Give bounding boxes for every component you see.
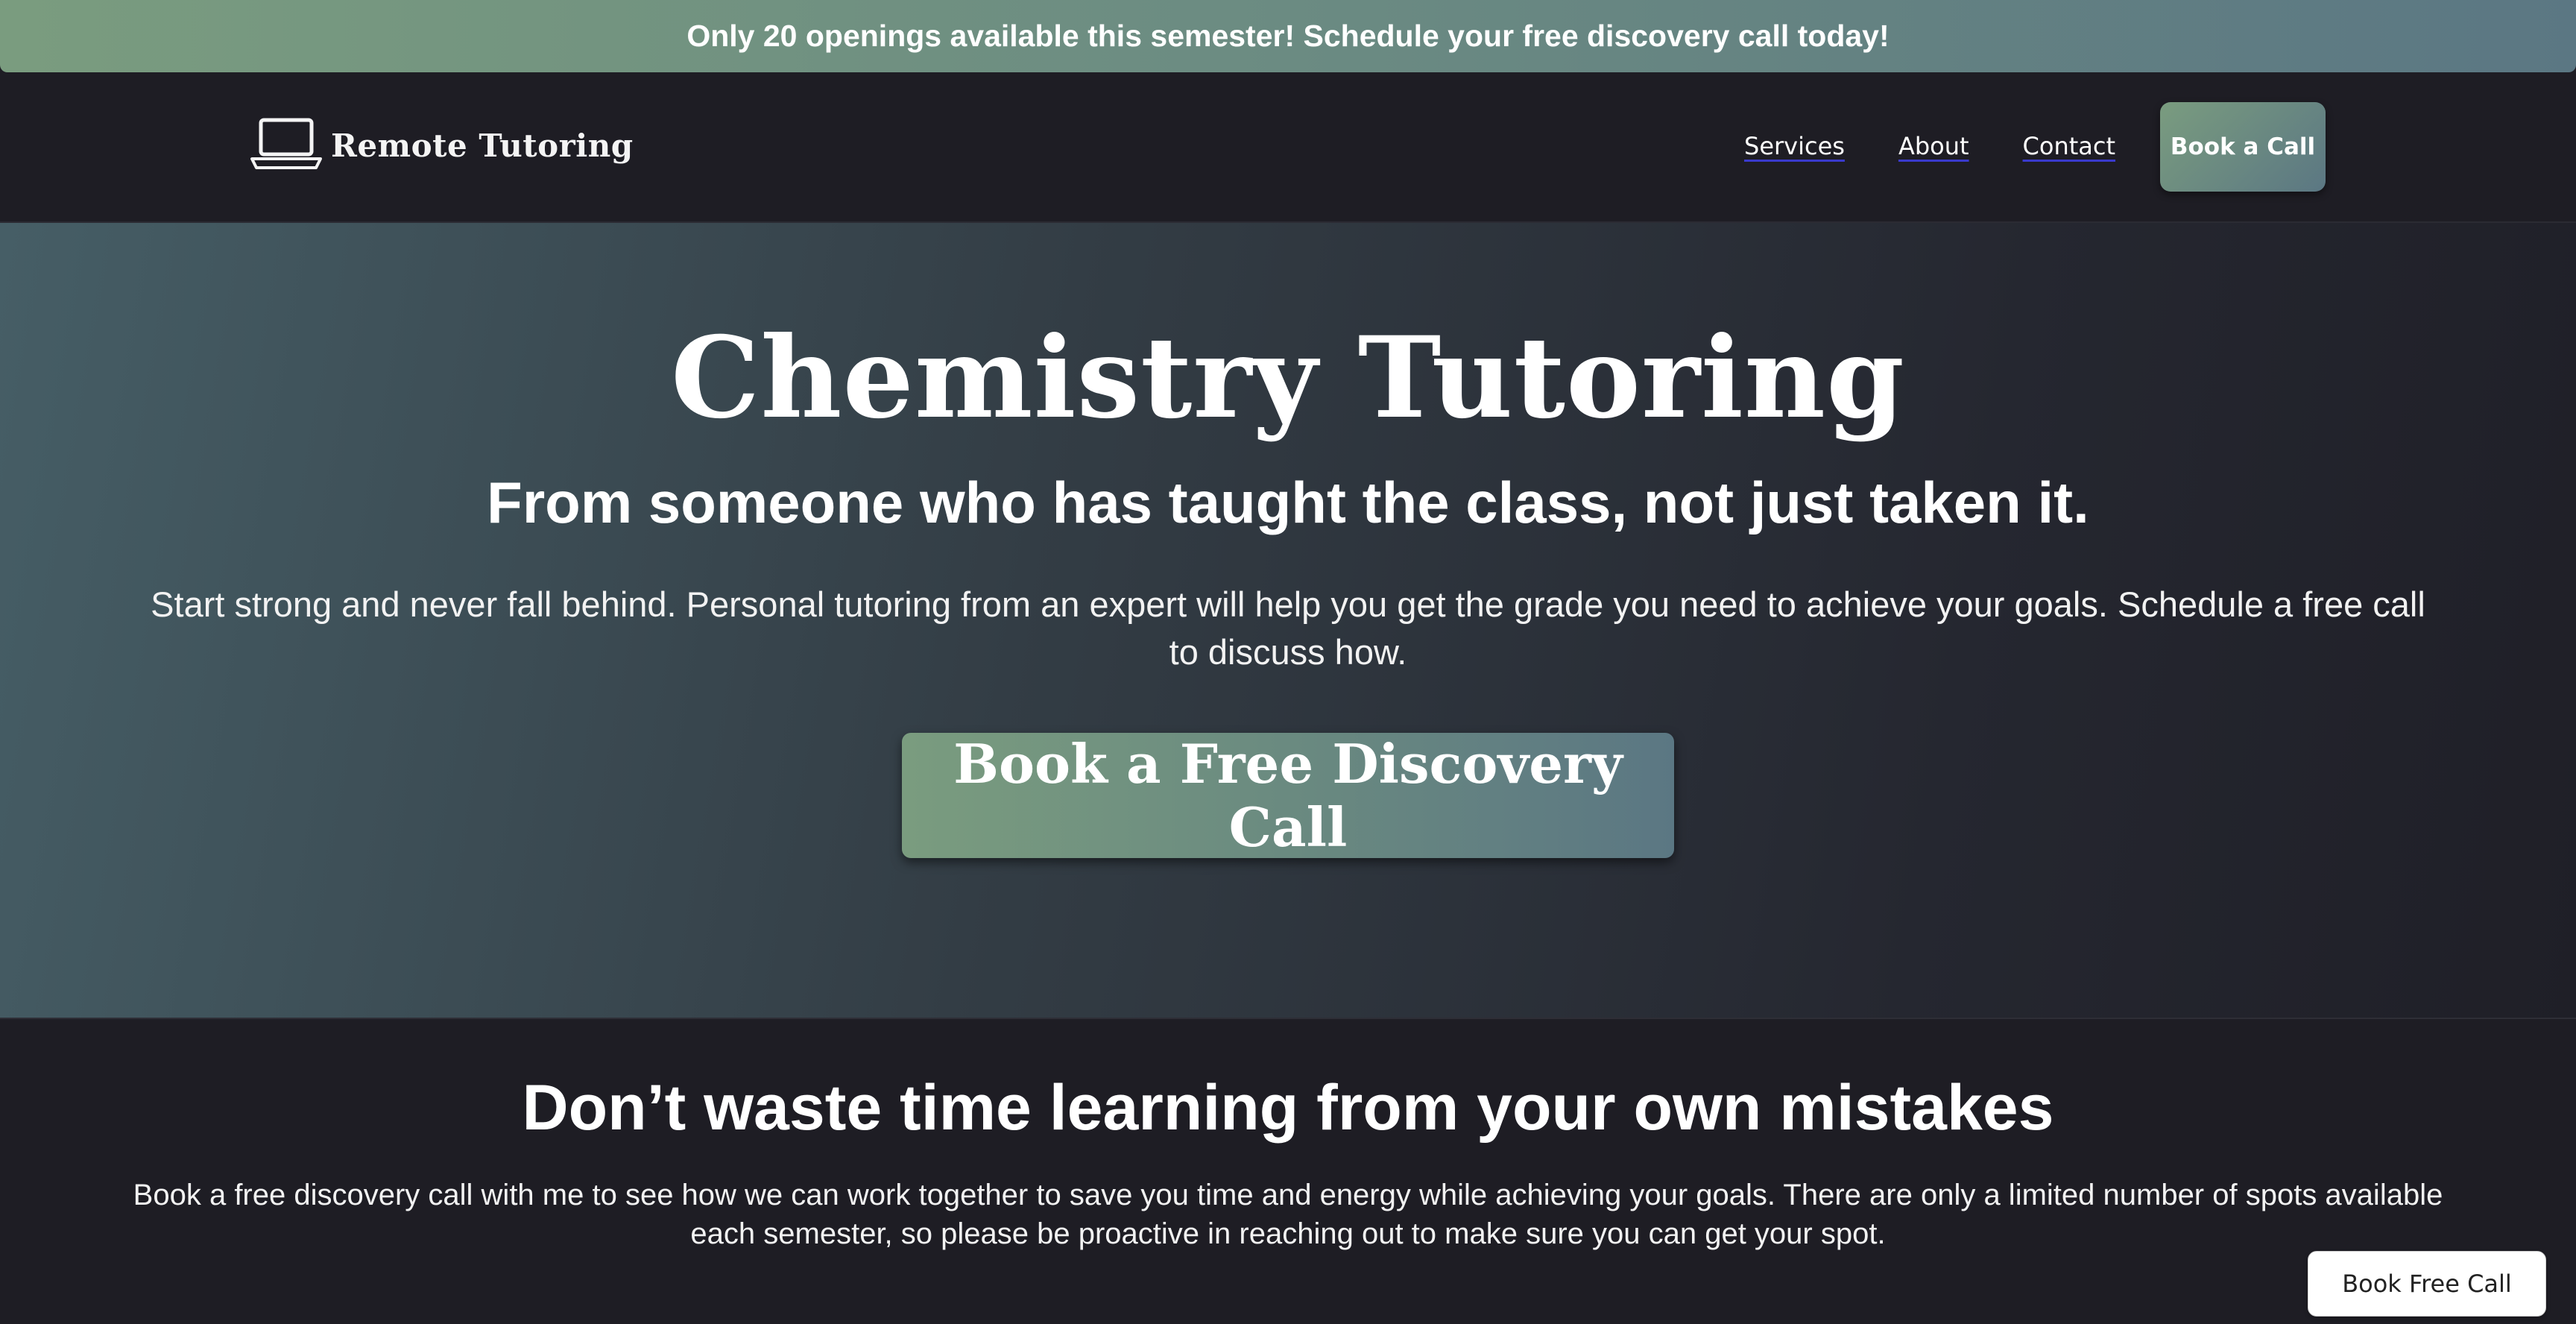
floating-book-free-call-button[interactable]: Book Free Call	[2308, 1251, 2546, 1317]
announcement-banner: Only 20 openings available this semester…	[0, 0, 2576, 72]
hero-section: Chemistry Tutoring From someone who has …	[0, 221, 2576, 1018]
site-header: Remote Tutoring Services About Contact B…	[0, 72, 2576, 221]
laptop-icon	[249, 117, 323, 174]
announcement-text: Only 20 openings available this semester…	[686, 19, 1890, 53]
hero-description: Start strong and never fall behind. Pers…	[151, 584, 2425, 672]
book-call-button[interactable]: Book a Call	[2160, 102, 2326, 192]
mistakes-section: Don’t waste time learning from your own …	[0, 1018, 2576, 1324]
hero-subtitle: From someone who has taught the class, n…	[487, 470, 2089, 535]
main-nav: Services About Contact	[1744, 132, 2169, 160]
nav-link-services[interactable]: Services	[1744, 132, 1845, 160]
section-description: Book a free discovery call with me to se…	[133, 1179, 2443, 1250]
logo-text: Remote Tutoring	[331, 127, 634, 164]
section-title: Don’t waste time learning from your own …	[522, 1072, 2054, 1144]
book-discovery-call-button[interactable]: Book a Free Discovery Call	[902, 732, 1674, 859]
hero-title: Chemistry Tutoring	[671, 312, 1905, 444]
nav-link-about[interactable]: About	[1898, 132, 1969, 160]
site-logo[interactable]: Remote Tutoring	[249, 117, 634, 174]
nav-link-contact[interactable]: Contact	[2023, 132, 2116, 160]
